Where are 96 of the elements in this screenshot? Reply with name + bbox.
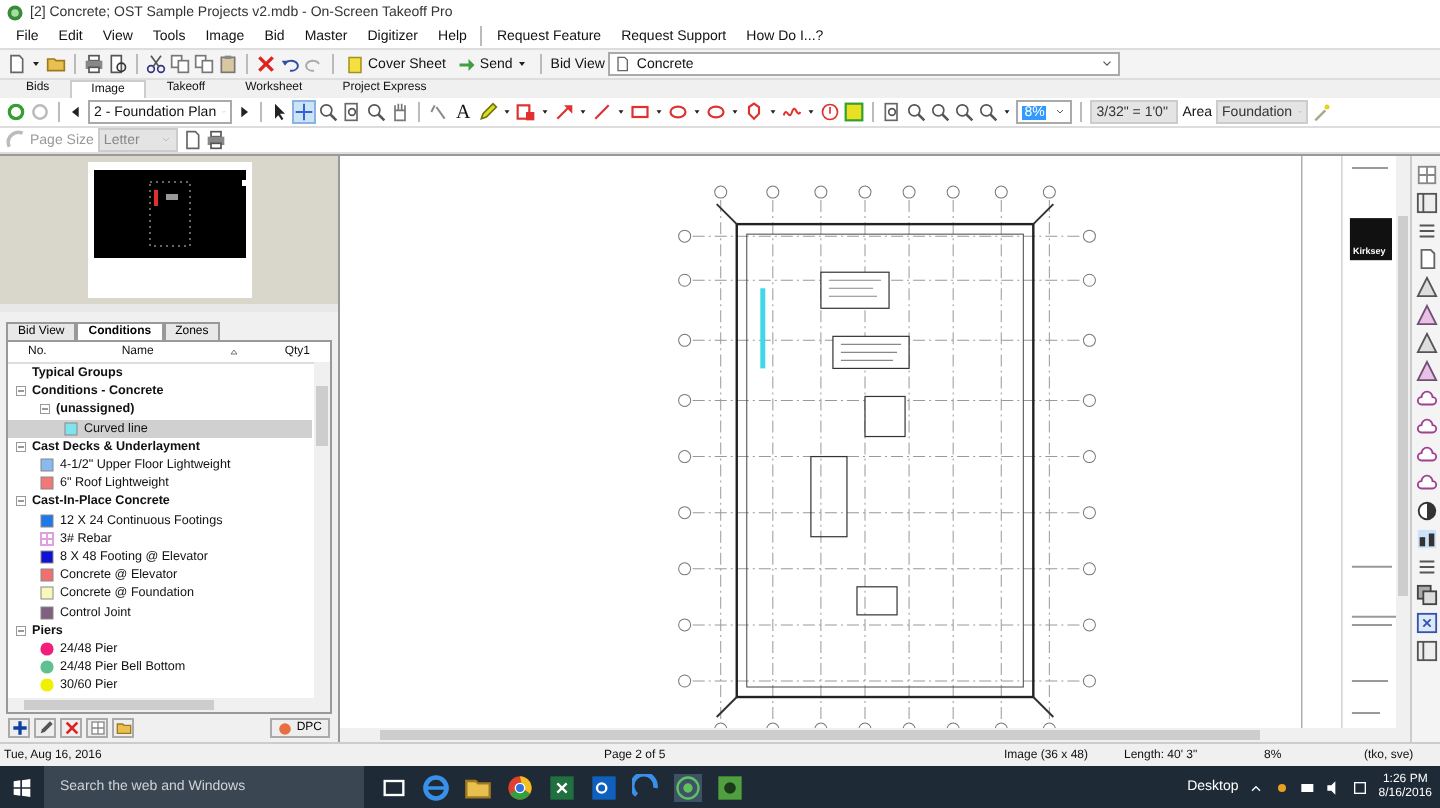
folder-button[interactable] <box>112 718 134 738</box>
square-icon[interactable] <box>844 102 865 122</box>
arrow-icon[interactable] <box>554 102 575 122</box>
browser-icon[interactable] <box>506 773 534 801</box>
ellipse-icon[interactable] <box>706 102 727 122</box>
zoom-out-icon[interactable] <box>930 102 951 122</box>
scissors-icon[interactable] <box>146 54 166 74</box>
grid-button[interactable] <box>86 718 108 738</box>
mail-icon[interactable] <box>590 773 618 801</box>
scrollbar-thumb[interactable] <box>24 700 214 710</box>
layers-icon[interactable] <box>1415 584 1437 606</box>
cloud-icon[interactable] <box>1415 472 1437 494</box>
highlighter-icon[interactable] <box>478 102 499 122</box>
check-icon[interactable] <box>428 102 448 122</box>
note-icon <box>346 55 364 73</box>
box-icon[interactable] <box>516 102 537 122</box>
circle-icon <box>278 721 293 735</box>
hand-icon[interactable] <box>390 102 410 122</box>
print-preview-icon[interactable] <box>108 54 128 74</box>
windows-icon[interactable] <box>12 777 32 797</box>
scrollbar[interactable] <box>8 698 330 712</box>
line-icon[interactable] <box>592 102 613 122</box>
plus-icon <box>11 720 27 736</box>
panel-icon[interactable] <box>1415 192 1437 214</box>
app-icon[interactable] <box>632 773 660 801</box>
chart-icon[interactable] <box>1415 528 1437 550</box>
next-page-icon[interactable] <box>236 102 252 122</box>
squiggle-icon[interactable] <box>782 102 803 122</box>
delete-icon[interactable] <box>256 54 276 74</box>
copy-icon[interactable] <box>170 54 190 74</box>
contrast-icon[interactable] <box>1415 500 1437 522</box>
page-zoom-icon[interactable] <box>882 102 903 122</box>
delete-icon <box>63 720 79 736</box>
pencil-icon <box>37 720 53 736</box>
zoom-in-icon[interactable] <box>906 102 927 122</box>
send-icon <box>457 55 476 73</box>
pointer-icon[interactable] <box>270 102 290 122</box>
close-icon[interactable] <box>1415 612 1437 634</box>
spreadsheet-icon[interactable] <box>548 773 576 801</box>
zoom-icon[interactable] <box>978 102 999 122</box>
refresh-icon[interactable] <box>6 102 26 122</box>
rectangle-icon[interactable] <box>630 102 651 122</box>
panel-icon[interactable] <box>1415 640 1437 662</box>
scrollbar[interactable] <box>314 362 330 698</box>
zoom-icon[interactable] <box>954 102 975 122</box>
text-tool-button[interactable]: A <box>452 100 475 124</box>
paste-icon[interactable] <box>218 54 238 74</box>
cloud-icon[interactable] <box>1415 388 1437 410</box>
ellipse-icon[interactable] <box>668 102 689 122</box>
page-icon[interactable] <box>1415 248 1437 270</box>
page-zoom-icon[interactable] <box>342 102 362 122</box>
crosshair-icon[interactable] <box>294 102 314 122</box>
printer-icon[interactable] <box>205 130 226 150</box>
app-icon <box>6 3 24 21</box>
previous-page-icon[interactable] <box>68 102 84 122</box>
scrollbar-thumb[interactable] <box>380 730 1260 740</box>
collapse-icon[interactable] <box>16 625 26 636</box>
cloud-icon[interactable] <box>1415 444 1437 466</box>
tray-icon[interactable] <box>1274 779 1291 795</box>
undo-icon[interactable] <box>280 54 300 74</box>
grid-icon[interactable] <box>1415 164 1437 186</box>
collapse-icon[interactable] <box>40 404 50 415</box>
circle-icon[interactable] <box>820 102 841 122</box>
sort-icon <box>228 344 241 360</box>
copy-icon[interactable] <box>194 54 214 74</box>
triangle-icon[interactable] <box>1415 304 1437 326</box>
scrollbar[interactable] <box>340 728 1410 742</box>
zoom-icon[interactable] <box>318 102 338 122</box>
triangle-icon[interactable] <box>1415 360 1437 382</box>
collapse-icon[interactable] <box>16 441 26 452</box>
folder-icon <box>115 720 131 736</box>
page-thumbnail[interactable] <box>87 162 251 298</box>
new-document-icon[interactable] <box>6 54 26 74</box>
add-button[interactable] <box>8 718 30 738</box>
list-icon[interactable] <box>1415 556 1437 578</box>
list-icon[interactable] <box>1415 220 1437 242</box>
collapse-icon[interactable] <box>16 386 26 397</box>
printer-icon[interactable] <box>84 54 104 74</box>
edit-button[interactable] <box>34 718 56 738</box>
delete-button[interactable] <box>60 718 82 738</box>
triangle-icon[interactable] <box>1415 332 1437 354</box>
app-icon[interactable] <box>716 773 744 801</box>
scrollbar-thumb[interactable] <box>1398 216 1408 596</box>
zoom-icon[interactable] <box>366 102 386 122</box>
cloud-icon[interactable] <box>1415 416 1437 438</box>
folder-icon[interactable] <box>46 54 66 74</box>
triangle-icon[interactable] <box>1415 276 1437 298</box>
caret-icon <box>1100 56 1115 72</box>
notification-icon[interactable] <box>1352 779 1369 795</box>
document-icon <box>614 56 631 72</box>
collapse-icon[interactable] <box>16 496 26 507</box>
battery-icon[interactable] <box>1300 779 1317 795</box>
grid-icon <box>89 720 105 736</box>
scrollbar-thumb[interactable] <box>316 386 328 446</box>
scrollbar[interactable] <box>1396 156 1410 728</box>
target-icon[interactable] <box>674 773 702 801</box>
